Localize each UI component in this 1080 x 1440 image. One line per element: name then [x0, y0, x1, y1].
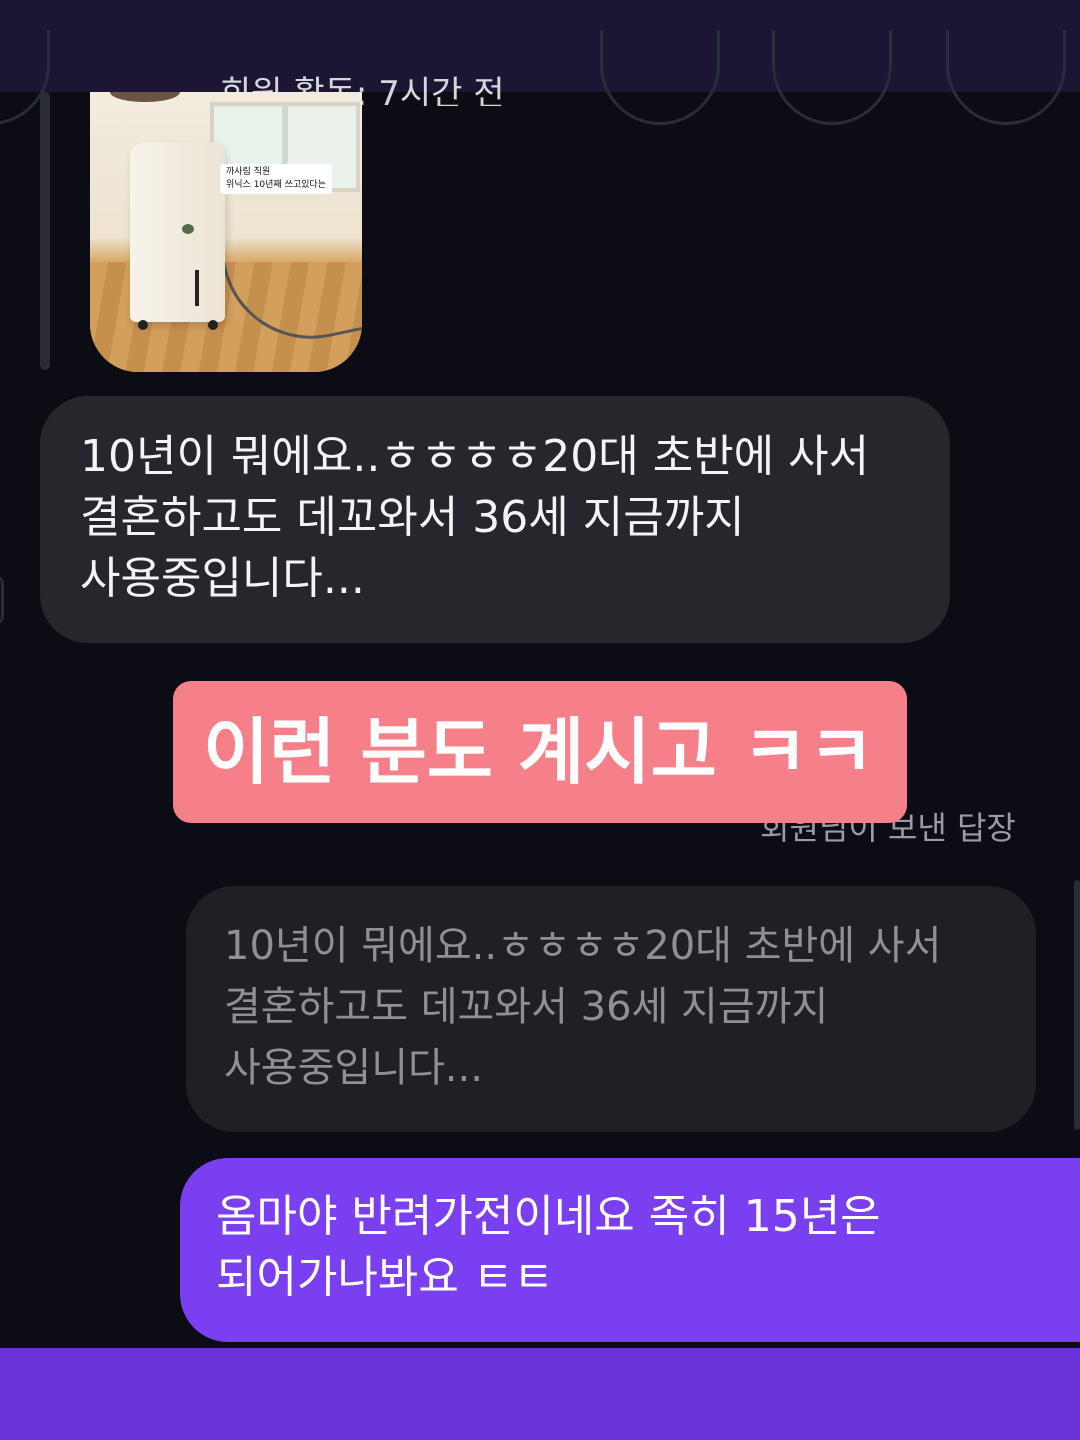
dehumidifier-image [130, 142, 225, 322]
photo-caption: 까사림 직원 위닉스 10년째 쓰고있다는 [220, 164, 332, 194]
photo-caption-line2: 위닉스 10년째 쓰고있다는 [226, 180, 326, 190]
avatar-edge [0, 575, 4, 625]
sent-message[interactable]: 옴마야 반려가전이네요 족히 15년은 되어가나봐요 ㅌㅌ [180, 1158, 1080, 1342]
top-bar [0, 0, 1080, 92]
shared-photo[interactable]: 까사림 직원 위닉스 10년째 쓰고있다는 [90, 92, 362, 372]
appliance-logo [182, 224, 194, 234]
photo-caption-line1: 까사림 직원 [226, 167, 271, 177]
appliance-wheel [208, 320, 218, 330]
received-message[interactable]: 10년이 뭐에요..ㅎㅎㅎㅎ20대 초반에 사서 결혼하고도 데꼬와서 36세 … [40, 396, 950, 643]
avatar [110, 92, 180, 102]
story-ring [772, 30, 892, 125]
scrollbar[interactable] [1074, 880, 1080, 1130]
appliance-slot [195, 270, 199, 306]
quoted-message[interactable]: 10년이 뭐에요..ㅎㅎㅎㅎ20대 초반에 사서 결혼하고도 데꼬와서 36세 … [186, 886, 1036, 1132]
story-ring [946, 30, 1066, 125]
thread-line [40, 92, 50, 370]
bottom-bar [0, 1348, 1080, 1440]
chat-screen: 회원 활동: 7시간 전 까사림 직원 위닉스 10년째 쓰고있다는 10년이 … [0, 0, 1080, 1440]
caption-overlay: 이런 분도 계시고 ㅋㅋ [173, 681, 907, 823]
story-ring [600, 30, 720, 125]
appliance-wheel [138, 320, 148, 330]
